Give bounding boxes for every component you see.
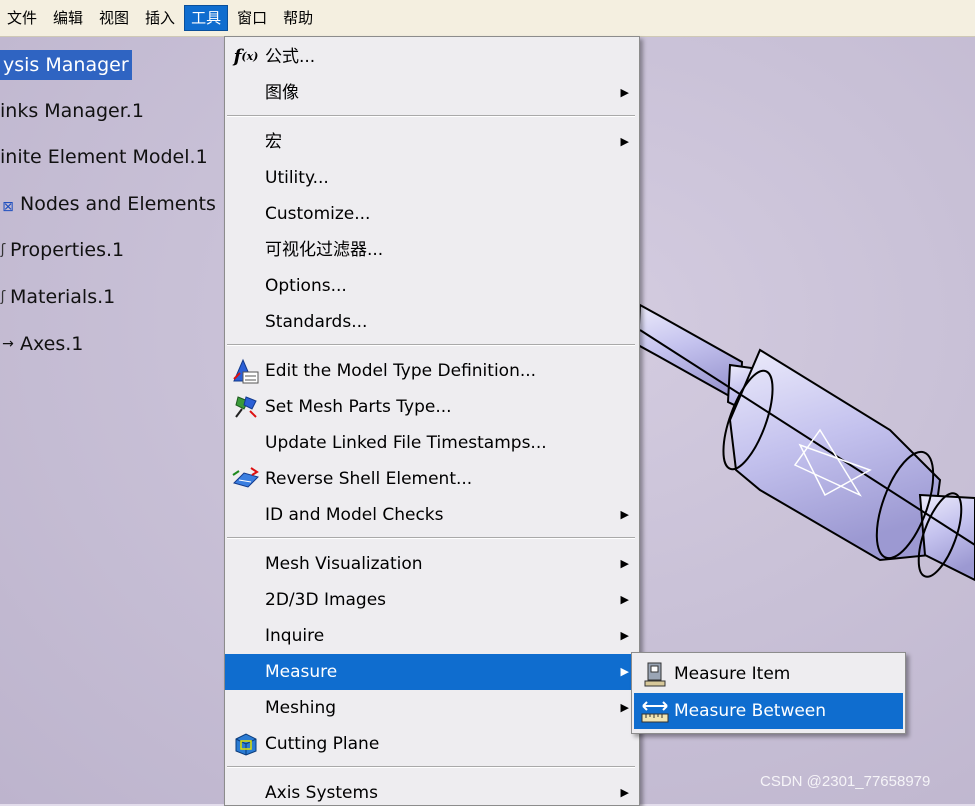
tree-item-label: Axes.1 (20, 333, 84, 355)
menu-item-measure[interactable]: Measure ▶ (225, 654, 639, 690)
menu-item-standards[interactable]: Standards... (225, 304, 639, 340)
tree-item-nodes-and-elements[interactable]: ⊠ Nodes and Elements (0, 189, 216, 219)
cutting-plane-icon (228, 726, 264, 762)
menu-item-reverse-shell-element[interactable]: Reverse Shell Element... (225, 461, 639, 497)
mesh-parts-icon (228, 389, 264, 425)
menu-bar: 文件 编辑 视图 插入 工具 窗口 帮助 (0, 0, 975, 37)
tree-item-label: inite Element Model.1 (0, 146, 208, 168)
model-type-icon (228, 353, 264, 389)
submenu-arrow-icon: ▶ (620, 629, 629, 642)
menu-item-options[interactable]: Options... (225, 268, 639, 304)
tree-item-label: Properties.1 (10, 239, 125, 261)
menu-window[interactable]: 窗口 (230, 5, 274, 31)
materials-icon: ʃ (0, 289, 6, 305)
tree-item-materials[interactable]: ʃ Materials.1 (0, 282, 116, 312)
menu-item-cutting-plane[interactable]: Cutting Plane (225, 726, 639, 762)
menu-view[interactable]: 视图 (92, 5, 136, 31)
measure-submenu: Measure Item Measure Between (631, 652, 906, 734)
tools-dropdown-menu: f (x) 公式... 图像 ▶ 宏 ▶ Utility... Customize… (224, 36, 640, 806)
submenu-arrow-icon: ▶ (620, 665, 629, 678)
menu-help[interactable]: 帮助 (276, 5, 320, 31)
measure-between-icon (638, 693, 672, 729)
submenu-arrow-icon: ▶ (620, 508, 629, 521)
formula-icon: f (x) (233, 46, 259, 67)
properties-icon: ʃ (0, 242, 6, 258)
submenu-arrow-icon: ▶ (620, 86, 629, 99)
menu-edit[interactable]: 编辑 (46, 5, 90, 31)
submenu-arrow-icon: ▶ (620, 701, 629, 714)
tree-item-label: Nodes and Elements (20, 193, 216, 215)
tree-item-properties[interactable]: ʃ Properties.1 (0, 235, 125, 265)
nodes-elements-icon: ⊠ (2, 199, 14, 215)
submenu-arrow-icon: ▶ (620, 593, 629, 606)
menu-item-update-linked-file-timestamps[interactable]: Update Linked File Timestamps... (225, 425, 639, 461)
menu-item-mesh-visualization[interactable]: Mesh Visualization ▶ (225, 546, 639, 582)
tree-item-axes[interactable]: → Axes.1 (0, 329, 83, 359)
menu-item-axis-systems[interactable]: Axis Systems ▶ (225, 775, 639, 805)
menu-item-id-and-model-checks[interactable]: ID and Model Checks ▶ (225, 497, 639, 533)
menu-insert[interactable]: 插入 (138, 5, 182, 31)
reverse-shell-icon (228, 461, 264, 497)
tree-item-label: ysis Manager (0, 50, 132, 80)
menu-item-meshing[interactable]: Meshing ▶ (225, 690, 639, 726)
menu-separator (227, 344, 635, 346)
menu-item-edit-model-type[interactable]: Edit the Model Type Definition... (225, 353, 639, 389)
menu-item-formula[interactable]: f (x) 公式... (225, 39, 639, 75)
menu-item-customize[interactable]: Customize... (225, 196, 639, 232)
menu-item-utility[interactable]: Utility... (225, 160, 639, 196)
tree-item-finite-element-model[interactable]: inite Element Model.1 (0, 142, 208, 172)
menu-item-image[interactable]: 图像 ▶ (225, 75, 639, 111)
tree-item-label: Materials.1 (10, 286, 116, 308)
submenu-arrow-icon: ▶ (620, 557, 629, 570)
menu-file[interactable]: 文件 (0, 5, 44, 31)
tree-item-label: inks Manager.1 (0, 100, 144, 122)
menu-separator (227, 766, 635, 768)
menu-item-set-mesh-parts-type[interactable]: Set Mesh Parts Type... (225, 389, 639, 425)
measure-item-icon (638, 656, 672, 692)
menu-separator (227, 115, 635, 117)
menu-item-2d-3d-images[interactable]: 2D/3D Images ▶ (225, 582, 639, 618)
submenu-arrow-icon: ▶ (620, 135, 629, 148)
watermark-text: CSDN @2301_77658979 (760, 773, 931, 790)
menu-item-macro[interactable]: 宏 ▶ (225, 124, 639, 160)
menu-item-inquire[interactable]: Inquire ▶ (225, 618, 639, 654)
axes-arrow-icon: → (2, 336, 14, 352)
menu-separator (227, 537, 635, 539)
menu-item-visualization-filter[interactable]: 可视化过滤器... (225, 232, 639, 268)
submenu-arrow-icon: ▶ (620, 786, 629, 799)
tree-item-links-manager[interactable]: inks Manager.1 (0, 96, 144, 126)
tree-item-analysis-manager[interactable]: ysis Manager (0, 50, 132, 80)
submenu-item-measure-item[interactable]: Measure Item (634, 656, 903, 692)
menu-tools[interactable]: 工具 (184, 5, 229, 31)
submenu-item-measure-between[interactable]: Measure Between (634, 693, 903, 729)
